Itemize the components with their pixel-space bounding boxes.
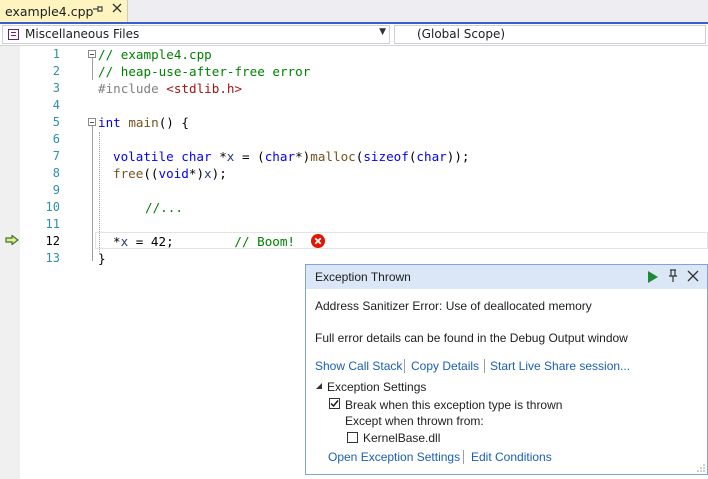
misc-files-icon xyxy=(8,29,19,40)
exception-helper-popup: Exception Thrown Address Sanitizer Error… xyxy=(305,264,708,475)
exception-details: Full error details can be found in the D… xyxy=(315,331,628,345)
outline-guide xyxy=(92,58,93,80)
break-when-thrown-checkbox[interactable] xyxy=(329,398,340,409)
line-number: 7 xyxy=(52,149,60,163)
line-number: 13 xyxy=(45,251,60,265)
line-number: 8 xyxy=(52,166,60,180)
except-when-label: Except when thrown from: xyxy=(345,414,484,428)
pin-icon[interactable] xyxy=(667,269,679,283)
line-number: 1 xyxy=(52,47,60,61)
project-scope-value: Miscellaneous Files xyxy=(25,27,140,41)
code-line-10: //... xyxy=(145,200,183,215)
code-line-1: // example4.cpp xyxy=(98,47,212,62)
popup-header: Exception Thrown xyxy=(306,265,707,289)
link-separator xyxy=(484,359,485,373)
open-exception-settings-link[interactable]: Open Exception Settings xyxy=(328,450,460,464)
exception-settings-header: Exception Settings xyxy=(327,380,427,394)
tab-example4-cpp[interactable]: example4.cpp xyxy=(0,0,128,24)
kernelbase-label: KernelBase.dll xyxy=(363,431,441,445)
show-call-stack-link[interactable]: Show Call Stack xyxy=(315,359,402,373)
function-scope-dropdown[interactable]: (Global Scope) xyxy=(394,25,706,44)
line-number: 3 xyxy=(52,81,60,95)
exception-message: Address Sanitizer Error: Use of dealloca… xyxy=(315,299,592,313)
close-tab-icon[interactable] xyxy=(111,2,123,18)
collapse-main-icon[interactable] xyxy=(88,118,96,126)
close-icon[interactable] xyxy=(687,270,699,282)
line-number: 6 xyxy=(52,132,60,146)
line-number: 5 xyxy=(52,115,60,129)
resize-grip-icon[interactable] xyxy=(697,464,705,472)
code-line-5: int main() { xyxy=(98,115,190,130)
link-separator xyxy=(404,359,405,373)
line-number-current: 12 xyxy=(45,234,60,248)
continue-play-icon[interactable] xyxy=(647,270,659,284)
indicator-margin[interactable] xyxy=(0,46,20,479)
document-tab-strip: example4.cpp xyxy=(0,0,708,24)
edit-conditions-link[interactable]: Edit Conditions xyxy=(471,450,552,464)
checkmark-icon xyxy=(330,400,339,408)
popup-title: Exception Thrown xyxy=(315,270,411,284)
current-statement-arrow-icon xyxy=(5,235,19,245)
line-number: 9 xyxy=(52,183,60,197)
exception-error-icon[interactable] xyxy=(311,234,325,248)
pin-icon[interactable] xyxy=(92,4,104,17)
link-separator xyxy=(463,450,464,464)
line-number: 4 xyxy=(52,98,60,112)
code-line-3: #include <stdlib.h> xyxy=(98,81,243,96)
collapse-triangle-icon[interactable] xyxy=(315,382,323,390)
copy-details-link[interactable]: Copy Details xyxy=(411,359,479,373)
line-number: 10 xyxy=(45,200,60,214)
code-line-13: } xyxy=(98,251,106,266)
line-number: 11 xyxy=(45,217,60,231)
code-line-12: *x = 42; // Boom! xyxy=(113,234,296,249)
collapse-comment-icon[interactable] xyxy=(88,50,96,58)
function-scope-value: (Global Scope) xyxy=(417,27,506,41)
chevron-down-icon[interactable]: ▼ xyxy=(379,27,386,37)
outline-guide xyxy=(92,126,93,261)
code-line-2: // heap-use-after-free error xyxy=(98,64,311,79)
line-number: 2 xyxy=(52,64,60,78)
break-when-thrown-label: Break when this exception type is thrown xyxy=(345,398,563,412)
tab-title: example4.cpp xyxy=(5,4,94,19)
start-live-share-link[interactable]: Start Live Share session... xyxy=(490,359,630,373)
code-line-7: volatile char *x = (char*)malloc(sizeof(… xyxy=(113,149,470,164)
project-scope-dropdown[interactable]: Miscellaneous Files ▼ xyxy=(2,25,390,44)
navigation-bar: Miscellaneous Files ▼ (Global Scope) xyxy=(0,24,708,46)
kernelbase-checkbox[interactable] xyxy=(347,432,358,443)
code-line-8: free((void*)x); xyxy=(113,166,227,181)
